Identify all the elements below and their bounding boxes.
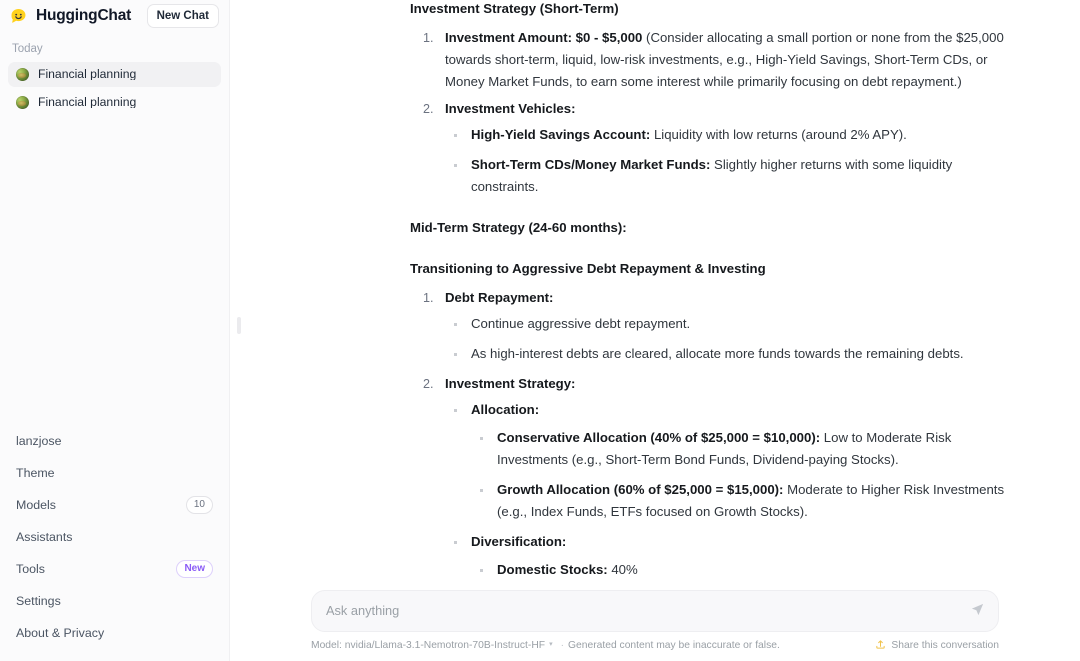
huggingchat-app: HuggingChat New Chat Today Financial pla…: [0, 0, 1080, 661]
heading-transitioning: Transitioning to Aggressive Debt Repayme…: [410, 258, 1022, 280]
send-button[interactable]: [966, 600, 988, 622]
upload-share-icon: [875, 639, 886, 653]
share-conversation-label: Share this conversation: [891, 641, 999, 651]
speech-bubble-smiley-icon: [9, 7, 28, 26]
composer-container: Model: nvidia/Llama-3.1-Nemotron-70B-Ins…: [230, 590, 1080, 661]
sidebar-item-theme[interactable]: Theme: [0, 457, 229, 489]
assistant-message: Investment Strategy (Short-Term) Investm…: [410, 0, 1022, 589]
model-name-selector[interactable]: nvidia/Llama-3.1-Nemotron-70B-Instruct-H…: [345, 641, 545, 651]
investment-strategy-list: Allocation: Conservative Allocation (40%…: [445, 399, 1022, 581]
allocation-list: Conservative Allocation (40% of $25,000 …: [471, 427, 1022, 523]
model-avatar-icon: [16, 96, 29, 109]
chat-input[interactable]: [326, 603, 958, 618]
high-yield-savings-text: Liquidity with low returns (around 2% AP…: [650, 127, 907, 142]
sidebar-header: HuggingChat New Chat: [0, 0, 229, 32]
chat-scroll-area[interactable]: Investment Strategy (Short-Term) Investm…: [230, 0, 1080, 661]
domestic-stocks-label: Domestic Stocks:: [497, 562, 608, 577]
sidebar-item-label: Settings: [16, 595, 61, 607]
short-term-cds-label: Short-Term CDs/Money Market Funds:: [471, 157, 710, 172]
high-yield-savings-label: High-Yield Savings Account:: [471, 127, 650, 142]
conversation-item[interactable]: Financial planning: [8, 90, 221, 115]
sidebar-item-label: Assistants: [16, 531, 72, 543]
list-item: Continue aggressive debt repayment.: [445, 313, 1022, 335]
model-prefix-label: Model:: [311, 641, 342, 651]
model-meta: Model: nvidia/Llama-3.1-Nemotron-70B-Ins…: [311, 641, 780, 651]
content-disclaimer: Generated content may be inaccurate or f…: [568, 641, 780, 651]
paper-plane-icon: [970, 602, 985, 620]
debt-repayment-list: Continue aggressive debt repayment. As h…: [445, 313, 1022, 365]
short-term-ordered-list: Investment Amount: $0 - $5,000 (Consider…: [410, 27, 1022, 198]
composer[interactable]: [311, 590, 999, 632]
chat-main: Investment Strategy (Short-Term) Investm…: [230, 0, 1080, 661]
model-avatar-icon: [16, 68, 29, 81]
sidebar-resize-handle[interactable]: [237, 317, 241, 334]
sidebar-item-label: Theme: [16, 467, 55, 479]
conversation-title: Financial planning: [38, 96, 136, 108]
sidebar-item-tools[interactable]: Tools New: [0, 553, 229, 585]
chevron-down-icon[interactable]: ▾: [549, 641, 553, 648]
brand-name: HuggingChat: [36, 8, 131, 24]
conversation-title: Financial planning: [38, 68, 136, 80]
investment-amount-label: Investment Amount: $0 - $5,000: [445, 30, 642, 45]
new-chat-button[interactable]: New Chat: [147, 4, 219, 28]
models-count-badge: 10: [186, 496, 213, 515]
sidebar-item-assistants[interactable]: Assistants: [0, 521, 229, 553]
debt-repayment-label: Debt Repayment:: [445, 290, 553, 305]
list-item: Investment Strategy: Allocation: Conserv…: [410, 373, 1022, 581]
sidebar-item-label: lanzjose: [16, 435, 61, 447]
sidebar-item-label: Tools: [16, 563, 45, 575]
heading-mid-term-strategy: Mid-Term Strategy (24-60 months):: [410, 217, 1022, 239]
list-item: High-Yield Savings Account: Liquidity wi…: [445, 124, 1022, 146]
list-item: Investment Vehicles: High-Yield Savings …: [410, 98, 1022, 198]
sidebar-item-models[interactable]: Models 10: [0, 489, 229, 521]
sidebar-item-label: Models: [16, 499, 56, 511]
diversification-label: Diversification:: [471, 534, 566, 549]
sidebar-item-settings[interactable]: Settings: [0, 585, 229, 617]
list-item: Allocation: Conservative Allocation (40%…: [445, 399, 1022, 523]
list-item: Diversification: Domestic Stocks: 40%: [445, 531, 1022, 581]
share-conversation-button[interactable]: Share this conversation: [875, 639, 999, 653]
mid-term-ordered-list: Debt Repayment: Continue aggressive debt…: [410, 287, 1022, 581]
sidebar-footer: lanzjose Theme Models 10 Assistants Tool…: [0, 425, 229, 661]
domestic-stocks-value: 40%: [608, 562, 638, 577]
conversation-item[interactable]: Financial planning: [8, 62, 221, 87]
heading-investment-strategy-short-term: Investment Strategy (Short-Term): [410, 0, 1022, 20]
sidebar-item-account[interactable]: lanzjose: [0, 425, 229, 457]
investment-vehicles-list: High-Yield Savings Account: Liquidity wi…: [445, 124, 1022, 198]
conservative-allocation-label: Conservative Allocation (40% of $25,000 …: [497, 430, 820, 445]
sidebar-item-label: About & Privacy: [16, 627, 104, 639]
investment-strategy-label: Investment Strategy:: [445, 376, 575, 391]
list-item: Debt Repayment: Continue aggressive debt…: [410, 287, 1022, 365]
investment-vehicles-label: Investment Vehicles:: [445, 101, 575, 116]
list-item: Conservative Allocation (40% of $25,000 …: [471, 427, 1022, 471]
diversification-list: Domestic Stocks: 40%: [471, 559, 1022, 581]
conversations-section-label: Today: [0, 32, 229, 62]
conversation-list: Financial planning Financial planning: [0, 62, 229, 115]
list-item: Growth Allocation (60% of $25,000 = $15,…: [471, 479, 1022, 523]
tools-new-badge: New: [176, 560, 213, 579]
list-item: Short-Term CDs/Money Market Funds: Sligh…: [445, 154, 1022, 198]
list-item: Domestic Stocks: 40%: [471, 559, 1022, 581]
sidebar-spacer: [0, 115, 229, 426]
list-item: As high-interest debts are cleared, allo…: [445, 343, 1022, 365]
composer-meta: Model: nvidia/Llama-3.1-Nemotron-70B-Ins…: [311, 639, 999, 653]
sidebar: HuggingChat New Chat Today Financial pla…: [0, 0, 230, 661]
list-item: Investment Amount: $0 - $5,000 (Consider…: [410, 27, 1022, 93]
sidebar-item-about-privacy[interactable]: About & Privacy: [0, 617, 229, 649]
allocation-label: Allocation:: [471, 402, 539, 417]
growth-allocation-label: Growth Allocation (60% of $25,000 = $15,…: [497, 482, 783, 497]
meta-separator: ·: [561, 641, 564, 651]
